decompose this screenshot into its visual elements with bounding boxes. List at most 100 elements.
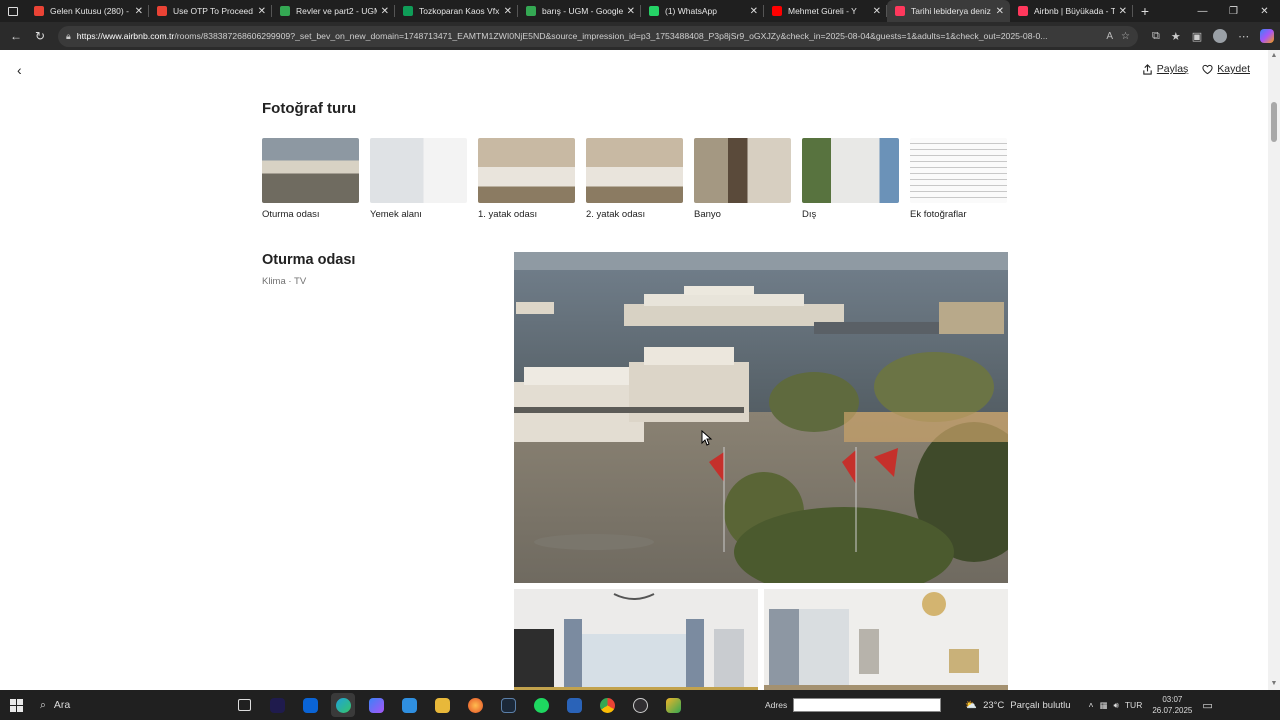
favorites-icon[interactable]: ★	[1171, 30, 1181, 43]
browser-tab[interactable]: Mehmet Güreli - Y ✕	[764, 0, 887, 22]
browser-tab[interactable]: Tarihi lebiderya deniz m ✕	[887, 0, 1010, 22]
lock-icon: 🔒︎	[66, 30, 71, 41]
minimize-icon[interactable]: —	[1187, 6, 1218, 17]
tab-close-icon[interactable]: ✕	[627, 6, 635, 17]
tab-close-icon[interactable]: ✕	[873, 6, 881, 17]
browser-tab[interactable]: barış - UGM - Google D ✕	[518, 0, 641, 22]
browser-tab[interactable]: (1) WhatsApp ✕	[641, 0, 764, 22]
browser-tab[interactable]: Tozkoparan Kaos Vfx Sl ✕	[395, 0, 518, 22]
copilot-app-icon[interactable]	[364, 693, 388, 717]
file-explorer-icon[interactable]	[430, 693, 454, 717]
task-view-icon[interactable]	[232, 693, 256, 717]
save-label: Kaydet	[1217, 63, 1250, 75]
page-scrollbar[interactable]: ▲ ▼	[1268, 50, 1280, 690]
thumbnail-label: Dış	[802, 209, 817, 220]
tab-close-icon[interactable]: ✕	[135, 6, 143, 17]
read-aloud-icon[interactable]: A	[1106, 31, 1113, 42]
favorite-star-icon[interactable]: ☆	[1121, 31, 1130, 42]
tab-close-icon[interactable]: ✕	[1119, 6, 1127, 17]
photo-tour-thumbnail[interactable]: Yemek alanı	[370, 138, 467, 220]
obs-icon[interactable]	[628, 693, 652, 717]
tab-close-icon[interactable]: ✕	[750, 6, 758, 17]
scroll-down-icon[interactable]: ▼	[1268, 678, 1280, 690]
room-amenities: Klima · TV	[262, 276, 307, 287]
weather-icon: ⛅	[965, 699, 978, 711]
tab-close-icon[interactable]: ✕	[258, 6, 266, 17]
thumbnail-label: Yemek alanı	[370, 209, 422, 220]
share-button[interactable]: Paylaş	[1142, 63, 1189, 75]
living-room-photo-1[interactable]	[514, 589, 758, 690]
language-indicator[interactable]: TUR	[1125, 700, 1142, 710]
notifications-icon[interactable]: ▭	[1202, 699, 1212, 712]
chevron-up-icon[interactable]: ˄	[1089, 700, 1094, 710]
clock[interactable]: 03:07 26.07.2025	[1152, 694, 1192, 716]
tab-close-icon[interactable]: ✕	[381, 6, 389, 17]
start-button[interactable]	[0, 698, 32, 712]
photo-tour-thumbnail[interactable]: Oturma odası	[262, 138, 359, 220]
more-menu-icon[interactable]: ⋯	[1238, 30, 1249, 43]
new-tab-button[interactable]: +	[1133, 3, 1157, 19]
tab-favicon-icon	[157, 6, 167, 16]
browser-tab[interactable]: Use OTP To Proceed - I ✕	[149, 0, 272, 22]
tab-close-icon[interactable]: ✕	[504, 6, 512, 17]
scroll-up-icon[interactable]: ▲	[1268, 50, 1280, 62]
collections-icon[interactable]: ▣	[1192, 30, 1202, 43]
edge-icon[interactable]	[331, 693, 355, 717]
tab-close-icon[interactable]: ✕	[996, 6, 1004, 17]
photo-tour-thumbnail[interactable]: 2. yatak odası	[586, 138, 683, 220]
address-toolbar-input[interactable]	[793, 698, 942, 712]
window-controls: — ❐ ✕	[1187, 6, 1280, 17]
after-effects-icon[interactable]	[265, 693, 289, 717]
photo-tour-thumbnail[interactable]: Banyo	[694, 138, 791, 220]
steam-icon[interactable]	[496, 693, 520, 717]
chrome-icon[interactable]	[595, 693, 619, 717]
airbnb-page: ‹ Paylaş Kaydet Fotoğraf turu Oturma oda…	[0, 50, 1268, 690]
living-room-view-photo[interactable]	[514, 252, 1008, 583]
clock-time: 03:07	[1162, 695, 1183, 704]
reload-icon[interactable]: ↻	[28, 29, 52, 43]
browser-tab[interactable]: Revler ve part2 - UGM ✕	[272, 0, 395, 22]
profile-avatar[interactable]	[1213, 29, 1228, 43]
close-window-icon[interactable]: ✕	[1249, 6, 1280, 17]
tab-favicon-icon	[1018, 6, 1028, 16]
window-menu-icon[interactable]	[0, 0, 26, 22]
app-icon[interactable]	[661, 693, 685, 717]
photo-tour-thumbnail[interactable]: Dış	[802, 138, 899, 220]
taskbar-search[interactable]: ⌕ Ara	[32, 690, 182, 720]
maximize-icon[interactable]: ❐	[1218, 6, 1249, 17]
firefox-icon[interactable]	[463, 693, 487, 717]
copilot-icon[interactable]	[1260, 29, 1275, 43]
bedroom-photo	[478, 138, 575, 203]
browser-tab[interactable]: Airbnb | Büyükada - Ta ✕	[1010, 0, 1133, 22]
tab-title: Tozkoparan Kaos Vfx Sl	[419, 6, 500, 16]
tab-favicon-icon	[895, 6, 905, 16]
tab-favicon-icon	[34, 6, 44, 16]
heart-icon	[1202, 64, 1213, 74]
url-field[interactable]: 🔒︎ https://www.airbnb.com.tr/rooms/83838…	[58, 25, 1138, 47]
weather-widget[interactable]: ⛅ 23°C Parçalı bulutlu	[965, 700, 1070, 711]
spotify-icon[interactable]	[529, 693, 553, 717]
network-icon[interactable]: ▦	[1099, 700, 1107, 711]
extensions-icon[interactable]: ⧉	[1152, 30, 1160, 43]
mouse-cursor-icon	[701, 430, 713, 446]
outlook-icon[interactable]	[298, 693, 322, 717]
living-room-photo-2[interactable]	[764, 589, 1008, 690]
volume-icon[interactable]: 🔊︎	[1114, 700, 1119, 711]
scroll-thumb[interactable]	[1271, 102, 1277, 142]
back-nav-icon[interactable]: ←	[4, 29, 28, 43]
photo-tour-thumbnail[interactable]: Ek fotoğraflar	[910, 138, 1007, 220]
browser-tab[interactable]: Gelen Kutusu (280) - b ✕	[26, 0, 149, 22]
bedroom-photo	[586, 138, 683, 203]
tab-title: Tarihi lebiderya deniz m	[911, 6, 992, 16]
bluetooth-app-icon[interactable]	[562, 693, 586, 717]
search-icon: ⌕	[40, 698, 46, 711]
tab-title: Use OTP To Proceed - I	[173, 6, 254, 16]
save-button[interactable]: Kaydet	[1202, 63, 1250, 75]
back-arrow-icon[interactable]: ‹	[17, 62, 22, 78]
share-label: Paylaş	[1156, 63, 1189, 75]
store-icon[interactable]	[397, 693, 421, 717]
photo-tour-thumbnail[interactable]: 1. yatak odası	[478, 138, 575, 220]
windows-taskbar: ⌕ Ara Adres ⛅ 23°C Parçalı bulutlu ˄ ▦ 🔊…	[0, 690, 1280, 720]
thumbnail-label: Ek fotoğraflar	[910, 209, 967, 220]
photo-tour-title: Fotoğraf turu	[262, 100, 357, 117]
